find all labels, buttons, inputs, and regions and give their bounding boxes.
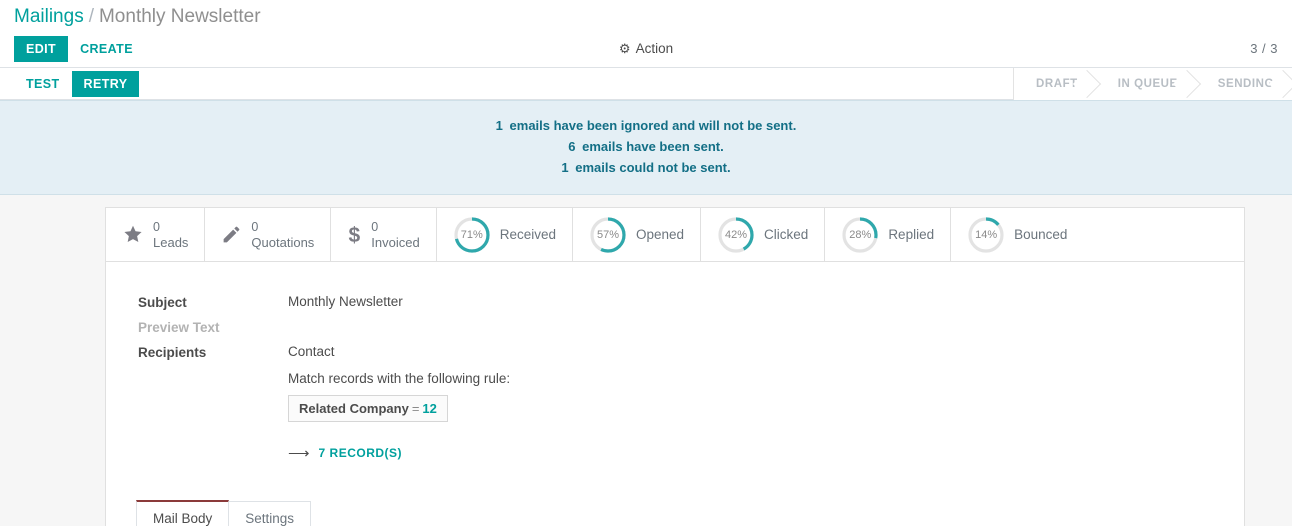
- donut-bounced: 14%: [967, 216, 1005, 254]
- alert-line: 1 emails could not be sent.: [0, 157, 1292, 178]
- stat-button-clicked[interactable]: 42% Clicked: [701, 208, 826, 261]
- stat-value: 0: [371, 219, 379, 234]
- tab-mail-body[interactable]: Mail Body: [136, 500, 230, 526]
- field-subject: Subject Monthly Newsletter: [138, 294, 1244, 310]
- field-label: Recipients: [138, 345, 207, 360]
- donut-percent: 42%: [725, 228, 748, 241]
- alert-message: emails have been ignored and will not be…: [509, 118, 797, 133]
- stat-button-replied[interactable]: 28% Replied: [825, 208, 952, 261]
- donut-percent: 28%: [849, 228, 872, 241]
- stat-button-opened[interactable]: 57% Opened: [573, 208, 702, 261]
- domain-rule-badge[interactable]: Related Company = 12: [288, 395, 448, 422]
- record-sheet: 0 Leads 0 Quotations $ 0 Invoiced 71% Re…: [105, 207, 1245, 526]
- stat-label: Bounced: [1014, 227, 1068, 242]
- tab-settings[interactable]: Settings: [228, 501, 312, 526]
- stat-label: Opened: [636, 227, 685, 242]
- gear-icon: ⚙: [618, 40, 631, 56]
- donut-received: 71%: [453, 216, 491, 254]
- rule-operator: =: [411, 401, 420, 416]
- alert-message: emails have been sent.: [582, 139, 724, 154]
- subject-value[interactable]: Monthly Newsletter: [288, 294, 403, 310]
- stat-button-bounced[interactable]: 14% Bounced: [951, 208, 1084, 261]
- stat-button-invoiced[interactable]: $ 0 Invoiced: [331, 208, 437, 261]
- notebook-tabs: Mail Body Settings: [136, 500, 1244, 526]
- stat-value: 0: [153, 219, 160, 234]
- breadcrumb: Mailings / Monthly Newsletter: [0, 0, 1292, 30]
- donut-percent: 57%: [596, 228, 620, 241]
- recipients-value[interactable]: Contact: [288, 344, 510, 359]
- control-panel: EDIT CREATE ⚙ Action 3 / 3: [0, 30, 1292, 68]
- field-label: Subject: [138, 295, 187, 310]
- pencil-icon: [221, 224, 242, 245]
- stat-value: 0: [251, 219, 259, 234]
- alert-message: emails could not be sent.: [575, 160, 731, 175]
- dollar-icon: $: [347, 224, 362, 246]
- stat-label: Clicked: [764, 227, 809, 242]
- create-button[interactable]: CREATE: [68, 36, 145, 62]
- breadcrumb-current: Monthly Newsletter: [98, 6, 261, 27]
- stat-label: Leads: [153, 234, 189, 250]
- stage-in-queue[interactable]: IN QUEUE: [1095, 67, 1196, 100]
- svg-text:$: $: [349, 224, 361, 246]
- alert-line: 6 emails have been sent.: [0, 136, 1292, 157]
- alert-count: 1: [495, 118, 503, 133]
- edit-button[interactable]: EDIT: [14, 35, 69, 62]
- field-recipients: Recipients Contact Match records with th…: [138, 344, 1244, 462]
- records-link-label: 7 RECORD(S): [318, 446, 403, 460]
- stage-draft[interactable]: DRAFT: [1014, 67, 1096, 100]
- stat-button-received[interactable]: 71% Received: [436, 208, 573, 261]
- breadcrumb-separator: /: [88, 6, 94, 27]
- stat-button-leads[interactable]: 0 Leads: [106, 208, 206, 261]
- donut-opened: 57%: [589, 216, 627, 254]
- stage-list: DRAFT IN QUEUE SENDING: [1013, 67, 1292, 100]
- donut-percent: 71%: [460, 228, 483, 241]
- breadcrumb-root[interactable]: Mailings: [14, 6, 84, 28]
- donut-replied: 28%: [841, 216, 879, 254]
- action-menu[interactable]: ⚙ Action: [619, 41, 673, 57]
- stat-button-quotations[interactable]: 0 Quotations: [205, 208, 332, 261]
- alert-count: 1: [561, 160, 569, 175]
- retry-button[interactable]: RETRY: [71, 70, 140, 97]
- stat-label: Invoiced: [371, 234, 420, 250]
- field-label: Preview Text: [138, 320, 220, 335]
- rule-field: Related Company: [299, 401, 409, 416]
- alert-banner: 1 emails have been ignored and will not …: [0, 100, 1292, 195]
- star-icon: [122, 224, 144, 245]
- alert-count: 6: [568, 139, 576, 154]
- alert-line: 1 emails have been ignored and will not …: [0, 115, 1292, 136]
- stage-label: DRAFT: [1036, 77, 1078, 90]
- action-menu-label: Action: [635, 41, 674, 56]
- test-button[interactable]: TEST: [14, 71, 72, 97]
- form-area: Subject Monthly Newsletter Preview Text …: [106, 262, 1244, 462]
- arrow-right-icon: ⟶: [288, 445, 310, 462]
- donut-percent: 14%: [975, 228, 998, 241]
- page-body: 0 Leads 0 Quotations $ 0 Invoiced 71% Re…: [0, 195, 1292, 526]
- rule-value: 12: [422, 401, 437, 416]
- stage-sending[interactable]: SENDING: [1195, 67, 1292, 100]
- field-preview-text: Preview Text: [138, 319, 1244, 335]
- rule-intro: Match records with the following rule:: [288, 371, 511, 386]
- records-link[interactable]: ⟶ 7 RECORD(S): [288, 444, 510, 462]
- stage-label: SENDING: [1217, 77, 1274, 90]
- stage-label: IN QUEUE: [1117, 77, 1178, 90]
- statusbar: TEST RETRY DRAFT IN QUEUE SENDING: [0, 67, 1292, 100]
- stat-button-row: 0 Leads 0 Quotations $ 0 Invoiced 71% Re…: [106, 208, 1244, 262]
- donut-clicked: 42%: [717, 216, 755, 254]
- tab-label: Mail Body: [153, 511, 213, 526]
- stat-label: Replied: [888, 227, 935, 242]
- stat-label: Received: [499, 227, 556, 242]
- recipients-block: Contact Match records with the following…: [288, 344, 510, 462]
- stat-label: Quotations: [251, 234, 315, 250]
- tab-label: Settings: [245, 511, 295, 526]
- pager[interactable]: 3 / 3: [1250, 41, 1278, 56]
